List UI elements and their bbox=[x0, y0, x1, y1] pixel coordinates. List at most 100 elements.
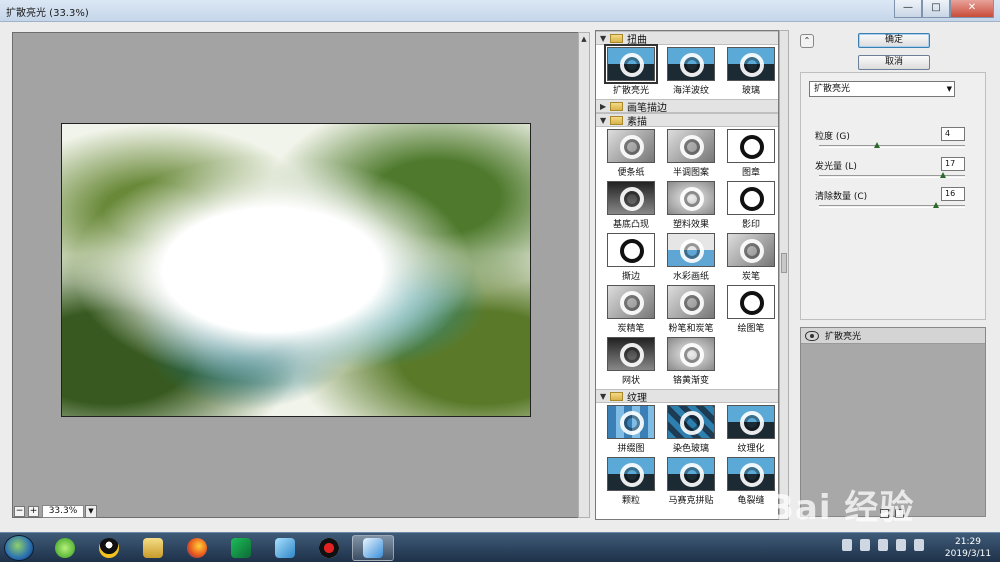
filter-gallery[interactable]: ▼ 扭曲 扩散亮光 海洋波纹 玻璃 ▶ 画笔描边 ▼ 素描 便条纸 半调图案 图章 基底凸现 塑料效果 影印… bbox=[595, 30, 779, 520]
param-slider-track[interactable] bbox=[819, 145, 965, 148]
filter-thumbnail[interactable]: 拼缀图 bbox=[602, 405, 660, 457]
phone-icon[interactable] bbox=[878, 539, 888, 551]
filter-thumbnail-label: 纹理化 bbox=[737, 444, 765, 454]
network-icon[interactable] bbox=[914, 539, 924, 551]
taskbar-app[interactable] bbox=[176, 535, 218, 561]
taskbar-clock[interactable]: 21:29 2019/3/11 bbox=[940, 536, 996, 560]
gallery-folder-label: 扭曲 bbox=[627, 34, 647, 46]
filter-preview-thumbnail bbox=[727, 181, 775, 215]
filter-thumbnail[interactable]: 龟裂缝 bbox=[722, 457, 778, 509]
filter-thumbnail[interactable]: 染色玻璃 bbox=[662, 405, 720, 457]
filter-thumbnail-label: 网状 bbox=[621, 376, 640, 386]
flag-icon[interactable] bbox=[860, 539, 870, 551]
collapse-gallery-button[interactable]: ⌃ bbox=[800, 34, 814, 48]
filter-thumbnail[interactable]: 粉笔和炭笔 bbox=[662, 285, 720, 337]
knot-icon bbox=[620, 53, 644, 77]
video-app-icon bbox=[231, 538, 251, 558]
filter-thumbnail[interactable]: 水彩画纸 bbox=[662, 233, 720, 285]
eye-icon[interactable] bbox=[805, 330, 819, 341]
minimize-button[interactable]: — bbox=[894, 0, 922, 18]
filter-preview-thumbnail bbox=[607, 285, 655, 319]
filter-thumbnail[interactable]: 便条纸 bbox=[602, 129, 660, 181]
taskbar-app-photoshop[interactable] bbox=[352, 535, 394, 561]
zoom-out-button[interactable]: − bbox=[14, 505, 25, 517]
filter-preview-thumbnail bbox=[667, 233, 715, 267]
knot-icon bbox=[680, 187, 704, 211]
filter-thumbnail[interactable]: 绘图笔 bbox=[722, 285, 778, 337]
keyboard-icon[interactable] bbox=[842, 539, 852, 551]
knot-icon bbox=[740, 135, 764, 159]
new-layer-icon[interactable] bbox=[880, 509, 889, 518]
slider-knob-icon[interactable] bbox=[940, 172, 947, 178]
taskbar-app[interactable] bbox=[44, 535, 86, 561]
param-value-input[interactable]: 17 bbox=[941, 157, 965, 171]
filter-thumbnail[interactable]: 扩散亮光 bbox=[602, 44, 660, 99]
gallery-folder[interactable]: ▼ 纹理 bbox=[596, 389, 778, 404]
zoom-value[interactable]: 33.3% bbox=[42, 504, 84, 518]
triangle-down-icon: ▼ bbox=[600, 391, 607, 401]
filter-thumbnail[interactable]: 炭笔 bbox=[722, 233, 778, 285]
slider-knob-icon[interactable] bbox=[932, 202, 939, 208]
filter-thumbnail[interactable]: 铬黄渐变 bbox=[662, 337, 720, 389]
filter-thumbnail[interactable]: 图章 bbox=[722, 129, 778, 181]
filter-thumbnail[interactable]: 玻璃 bbox=[722, 47, 778, 99]
filter-preview-thumbnail bbox=[727, 129, 775, 163]
close-button[interactable]: ✕ bbox=[950, 0, 994, 18]
gallery-folder[interactable]: ▼ 素描 bbox=[596, 113, 778, 128]
ok-button[interactable]: 确定 bbox=[858, 33, 930, 48]
taskbar-app[interactable] bbox=[308, 535, 350, 561]
filter-thumbnail[interactable]: 网状 bbox=[602, 337, 660, 389]
taskbar-app[interactable] bbox=[220, 535, 262, 561]
knot-icon bbox=[620, 239, 644, 263]
filter-thumbnail[interactable]: 基底凸现 bbox=[602, 181, 660, 233]
gallery-scrollbar[interactable] bbox=[779, 30, 789, 520]
filter-thumbnail-label: 便条纸 bbox=[617, 168, 645, 178]
filter-thumbnail[interactable]: 马赛克拼贴 bbox=[662, 457, 720, 509]
filter-thumbnail[interactable]: 影印 bbox=[722, 181, 778, 233]
taskbar-app[interactable] bbox=[132, 535, 174, 561]
start-button-icon[interactable] bbox=[4, 535, 34, 561]
filter-thumbnail[interactable]: 颗粒 bbox=[602, 457, 660, 509]
filter-thumbnail[interactable]: 塑料效果 bbox=[662, 181, 720, 233]
filter-param: 发光量 (L) 17 bbox=[815, 157, 965, 178]
cancel-button[interactable]: 取消 bbox=[858, 55, 930, 70]
filter-param: 清除数量 (C) 16 bbox=[815, 187, 965, 208]
clock-date: 2019/3/11 bbox=[944, 549, 992, 559]
slider-knob-icon[interactable] bbox=[874, 142, 881, 148]
delete-layer-icon[interactable] bbox=[895, 509, 904, 518]
filter-preview-thumbnail bbox=[607, 457, 655, 491]
preview-area[interactable] bbox=[12, 32, 590, 518]
filter-thumbnail-label: 半调图案 bbox=[672, 168, 709, 178]
scroll-up-arrow-icon[interactable]: ▲ bbox=[579, 33, 589, 45]
filter-thumbnail[interactable]: 纹理化 bbox=[722, 405, 778, 457]
filter-thumbnail-label: 塑料效果 bbox=[672, 220, 709, 230]
knot-icon bbox=[740, 53, 764, 77]
gallery-folder[interactable]: ▶ 画笔描边 bbox=[596, 99, 778, 114]
taskbar-app[interactable] bbox=[264, 535, 306, 561]
param-slider-track[interactable] bbox=[819, 205, 965, 208]
preview-image[interactable] bbox=[61, 123, 531, 417]
zoom-dropdown-icon[interactable]: ▼ bbox=[85, 504, 97, 518]
screen-record-icon bbox=[319, 538, 339, 558]
filter-thumbnail[interactable]: 炭精笔 bbox=[602, 285, 660, 337]
gallery-scroll-thumb[interactable] bbox=[781, 253, 787, 273]
gallery-folder[interactable]: ▼ 扭曲 bbox=[596, 31, 778, 46]
taskbar-app[interactable] bbox=[88, 535, 130, 561]
filter-thumbnail[interactable]: 海洋波纹 bbox=[662, 47, 720, 99]
preview-scrollbar[interactable]: ▲ bbox=[578, 32, 590, 518]
triangle-right-icon: ▶ bbox=[600, 101, 607, 111]
param-value-input[interactable]: 4 bbox=[941, 127, 965, 141]
glass-app-icon bbox=[275, 538, 295, 558]
zoom-in-button[interactable]: + bbox=[28, 505, 39, 517]
param-value-input[interactable]: 16 bbox=[941, 187, 965, 201]
folder-icon bbox=[610, 33, 623, 43]
effect-layer-row[interactable]: 扩散亮光 bbox=[801, 328, 985, 344]
filter-thumbnail[interactable]: 半调图案 bbox=[662, 129, 720, 181]
volume-icon[interactable] bbox=[896, 539, 906, 551]
filter-select[interactable]: 扩散亮光 ▼ bbox=[809, 81, 955, 97]
filter-thumbnail[interactable]: 撕边 bbox=[602, 233, 660, 285]
maximize-button[interactable]: □ bbox=[922, 0, 950, 18]
knot-icon bbox=[680, 239, 704, 263]
folder-icon bbox=[610, 391, 623, 401]
filter-thumbnail-label: 炭精笔 bbox=[617, 324, 645, 334]
